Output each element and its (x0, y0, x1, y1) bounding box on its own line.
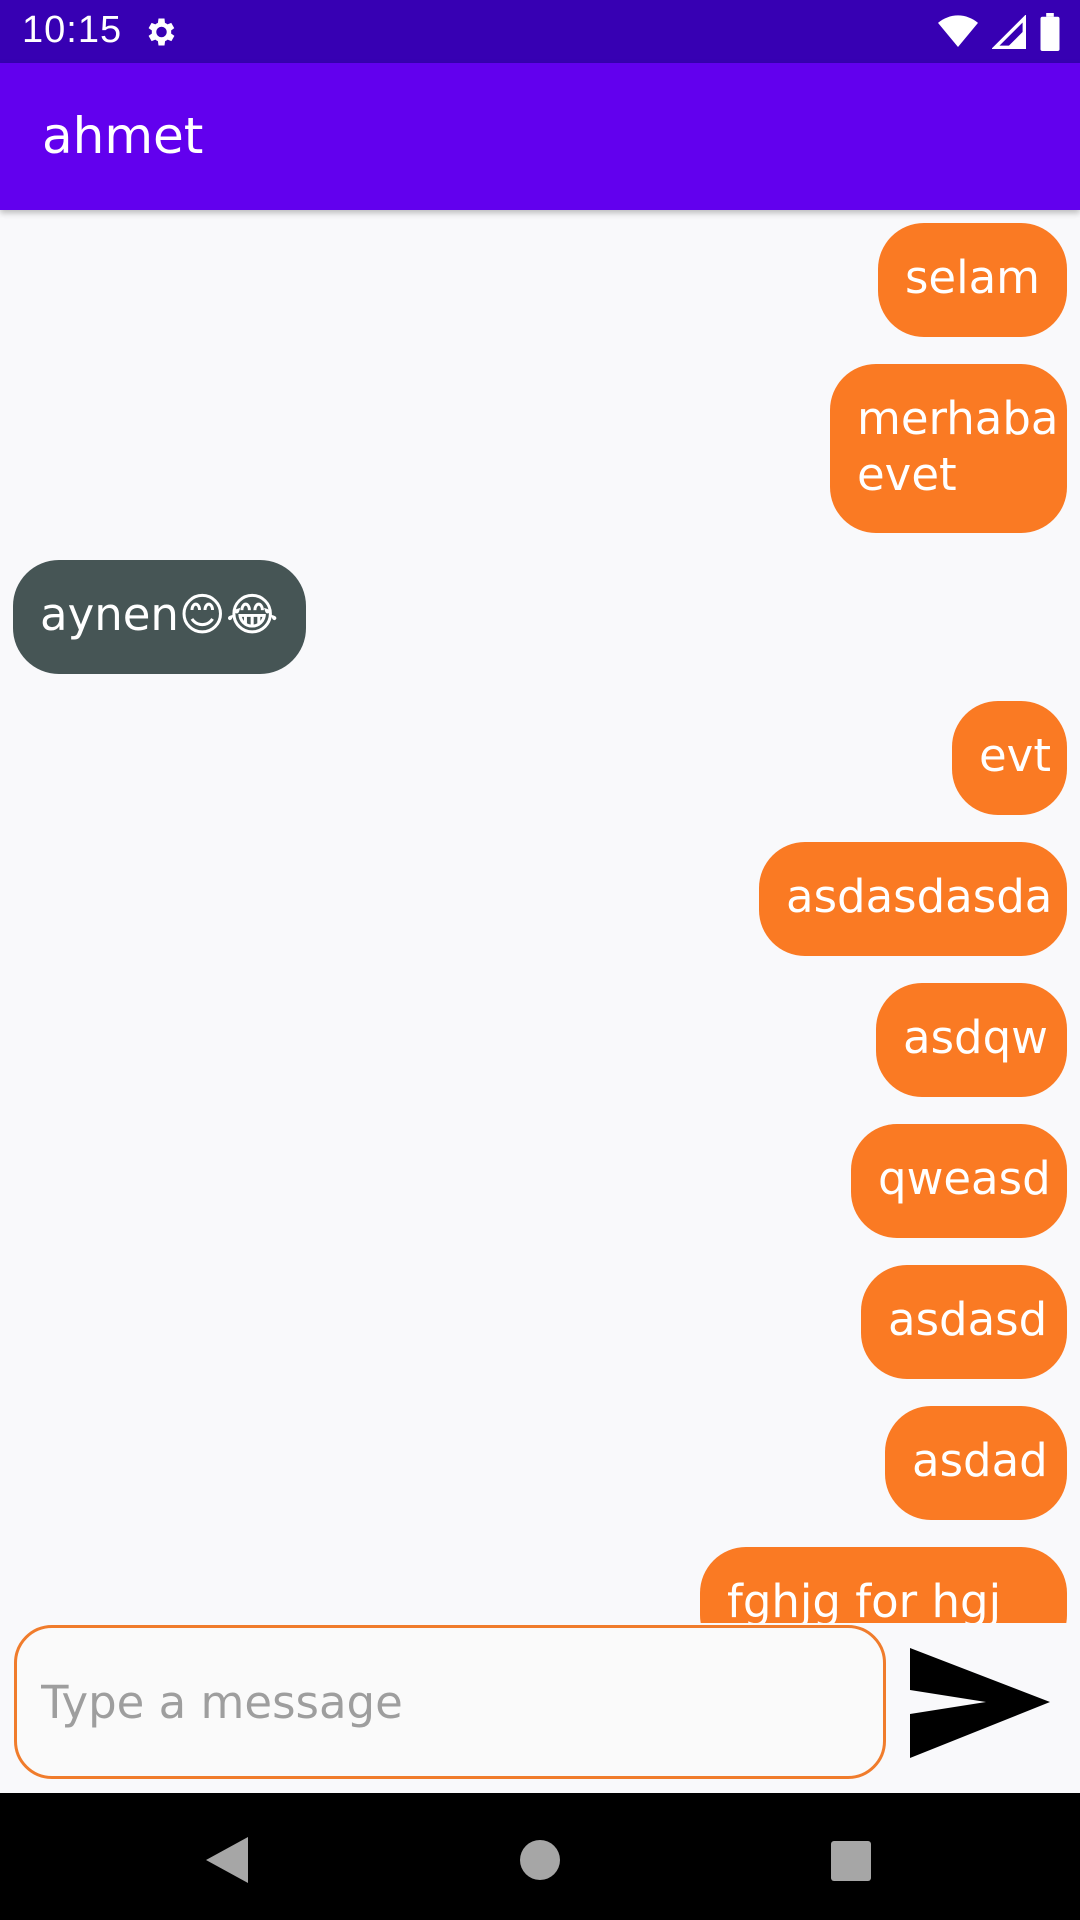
message-bubble[interactable]: asdasdasda (759, 842, 1067, 956)
cell-signal-icon (992, 15, 1026, 49)
home-icon (520, 1840, 560, 1880)
message-bubble[interactable]: merhaba evet (830, 364, 1067, 533)
back-icon (206, 1837, 248, 1883)
battery-icon (1040, 13, 1060, 51)
gear-icon (148, 18, 175, 46)
chat-title: ahmet (42, 107, 204, 165)
message-bubble[interactable]: aynen😊😂 (13, 560, 306, 674)
status-icons (938, 12, 1060, 52)
home-button[interactable] (505, 1823, 575, 1893)
send-icon (910, 1648, 1050, 1758)
recents-icon (831, 1841, 871, 1881)
message-bubble[interactable]: asdqw (876, 983, 1067, 1097)
navigation-bar (0, 1793, 1080, 1920)
app-bar: ahmet (0, 63, 1080, 210)
recents-button[interactable] (816, 1823, 886, 1893)
message-bubble[interactable]: selam (877, 223, 1067, 337)
message-input[interactable] (14, 1625, 886, 1779)
back-button[interactable] (192, 1823, 262, 1893)
status-time: 10:15 (22, 9, 123, 51)
wifi-icon (938, 15, 978, 48)
message-bubble[interactable]: fghjg for hgj gh (700, 1547, 1067, 1623)
message-list[interactable]: selam merhaba evet aynen😊😂 evt asdasdasd… (0, 210, 1080, 1623)
status-bar: 10:15 (0, 0, 1080, 63)
message-bubble[interactable]: asdad (885, 1406, 1067, 1520)
message-bubble[interactable]: asdasd (861, 1265, 1067, 1379)
message-bubble[interactable]: qweasd (851, 1124, 1067, 1238)
send-button[interactable] (908, 1640, 1053, 1762)
message-bubble[interactable]: evt (952, 701, 1067, 815)
